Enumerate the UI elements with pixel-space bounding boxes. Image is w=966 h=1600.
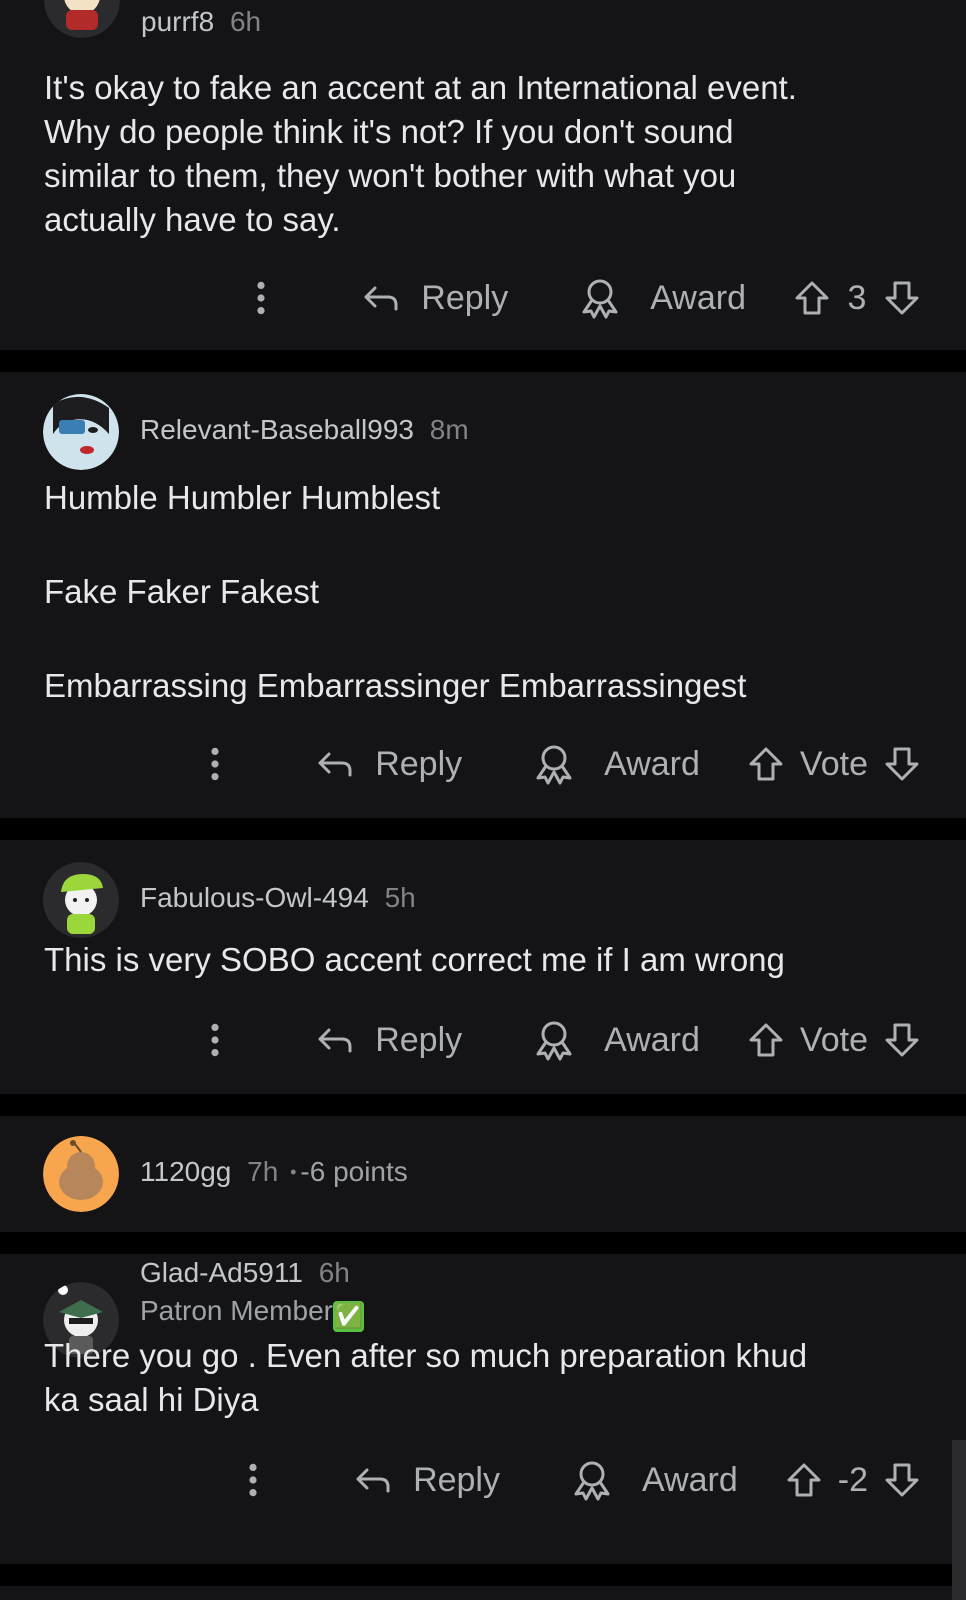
- upvote-button[interactable]: [746, 1020, 786, 1060]
- reply-arrow-icon: [361, 278, 401, 318]
- upvote-arrow-icon: [746, 744, 786, 784]
- timestamp: 6h: [318, 1257, 350, 1288]
- flair-text: Patron Member: [140, 1295, 333, 1326]
- reply-button[interactable]: Reply: [315, 744, 462, 784]
- downvote-arrow-icon: [882, 1460, 922, 1500]
- comment-card: purrf8 6h It's okay to fake an accent at…: [0, 0, 966, 350]
- comment-card: Relevant-Baseball993 8m Humble Humbler H…: [0, 372, 966, 818]
- username[interactable]: purrf8: [141, 6, 214, 37]
- award-label: Award: [604, 1020, 700, 1059]
- downvote-arrow-icon: [882, 1020, 922, 1060]
- reply-label: Reply: [413, 1460, 500, 1499]
- username[interactable]: 1120gg: [140, 1156, 231, 1187]
- user-flair: Patron Member✅: [140, 1294, 364, 1332]
- downvote-button[interactable]: [882, 744, 922, 784]
- comment-actions: Reply Award Vote: [195, 740, 922, 788]
- timestamp: 7h: [247, 1156, 279, 1187]
- vote-score: Vote: [799, 744, 868, 783]
- award-label: Award: [650, 278, 746, 317]
- comment-card: Glad-Ad5911 6h Patron Member✅ There you …: [0, 1254, 966, 1564]
- downvote-button[interactable]: [882, 1020, 922, 1060]
- comment-body: Humble Humbler Humblest Fake Faker Fakes…: [44, 479, 747, 704]
- award-button[interactable]: Award: [570, 1458, 738, 1502]
- comment-meta: Fabulous-Owl-494 5h: [140, 882, 416, 914]
- award-button[interactable]: Award: [578, 276, 746, 320]
- username[interactable]: Fabulous-Owl-494: [140, 882, 369, 913]
- comment-meta: Relevant-Baseball993 8m: [140, 414, 469, 446]
- award-label: Award: [642, 1460, 738, 1499]
- more-options-button[interactable]: [241, 280, 281, 316]
- upvote-arrow-icon: [746, 1020, 786, 1060]
- award-ribbon-icon: [570, 1458, 614, 1502]
- reply-label: Reply: [375, 1020, 463, 1059]
- award-ribbon-icon: [532, 742, 576, 786]
- next-comment-card: [0, 1586, 966, 1600]
- meta-separator: •: [290, 1162, 297, 1182]
- reply-arrow-icon: [315, 744, 355, 784]
- reply-arrow-icon: [353, 1460, 393, 1500]
- comment-meta: Glad-Ad5911 6h Patron Member✅: [140, 1256, 364, 1332]
- username[interactable]: Relevant-Baseball993: [140, 414, 414, 445]
- more-vertical-icon: [248, 1462, 258, 1498]
- comment-meta: 1120gg 7h • -6 points: [140, 1156, 408, 1188]
- more-vertical-icon: [210, 1022, 220, 1058]
- comment-body: There you go . Even after so much prepar…: [44, 1337, 808, 1418]
- comment-card: Fabulous-Owl-494 5h This is very SOBO ac…: [0, 840, 966, 1094]
- award-ribbon-icon: [578, 276, 622, 320]
- scrollbar[interactable]: [952, 1440, 966, 1600]
- reply-label: Reply: [421, 278, 509, 317]
- avatar[interactable]: [43, 862, 119, 938]
- avatar[interactable]: [43, 394, 119, 470]
- downvote-button[interactable]: [882, 278, 922, 318]
- award-label: Award: [604, 744, 700, 783]
- vote-score: -2: [837, 1460, 868, 1499]
- timestamp: 5h: [384, 882, 416, 913]
- points: -6 points: [300, 1156, 408, 1187]
- more-options-button[interactable]: [233, 1462, 273, 1498]
- upvote-button[interactable]: [746, 744, 786, 784]
- comment-actions: Reply Award Vote: [195, 1016, 922, 1064]
- upvote-button[interactable]: [784, 1460, 824, 1500]
- comment-body: It's okay to fake an accent at an Intern…: [44, 69, 797, 238]
- more-options-button[interactable]: [195, 1022, 235, 1058]
- reply-label: Reply: [375, 744, 463, 783]
- upvote-arrow-icon: [784, 1460, 824, 1500]
- upvote-arrow-icon: [792, 278, 832, 318]
- username[interactable]: Glad-Ad5911: [140, 1257, 303, 1288]
- reply-button[interactable]: Reply: [315, 1020, 462, 1060]
- more-vertical-icon: [210, 746, 220, 782]
- downvote-arrow-icon: [882, 278, 922, 318]
- timestamp: 6h: [229, 6, 262, 37]
- downvote-arrow-icon: [882, 744, 922, 784]
- reply-arrow-icon: [315, 1020, 355, 1060]
- reply-button[interactable]: Reply: [361, 278, 508, 318]
- more-vertical-icon: [256, 280, 266, 316]
- upvote-button[interactable]: [792, 278, 832, 318]
- comment-meta: purrf8 6h: [141, 6, 261, 38]
- more-options-button[interactable]: [195, 746, 235, 782]
- comment-actions: Reply Award -2: [233, 1456, 922, 1504]
- avatar[interactable]: [43, 1136, 119, 1212]
- reply-button[interactable]: Reply: [353, 1460, 500, 1500]
- award-button[interactable]: Award: [532, 1018, 700, 1062]
- award-ribbon-icon: [532, 1018, 576, 1062]
- award-button[interactable]: Award: [532, 742, 700, 786]
- collapsed-comment[interactable]: 1120gg 7h • -6 points: [0, 1116, 966, 1232]
- vote-score: Vote: [799, 1020, 868, 1059]
- check-mark-icon: ✅: [332, 1301, 364, 1332]
- timestamp: 8m: [429, 414, 469, 445]
- comment-body: This is very SOBO accent correct me if I…: [44, 941, 785, 978]
- vote-score: 3: [847, 278, 867, 317]
- downvote-button[interactable]: [882, 1460, 922, 1500]
- comment-actions: Reply Award 3: [241, 274, 922, 322]
- avatar[interactable]: [44, 0, 120, 38]
- comment-header: purrf8 6h: [44, 0, 924, 38]
- comment-feed: purrf8 6h It's okay to fake an accent at…: [0, 0, 966, 1600]
